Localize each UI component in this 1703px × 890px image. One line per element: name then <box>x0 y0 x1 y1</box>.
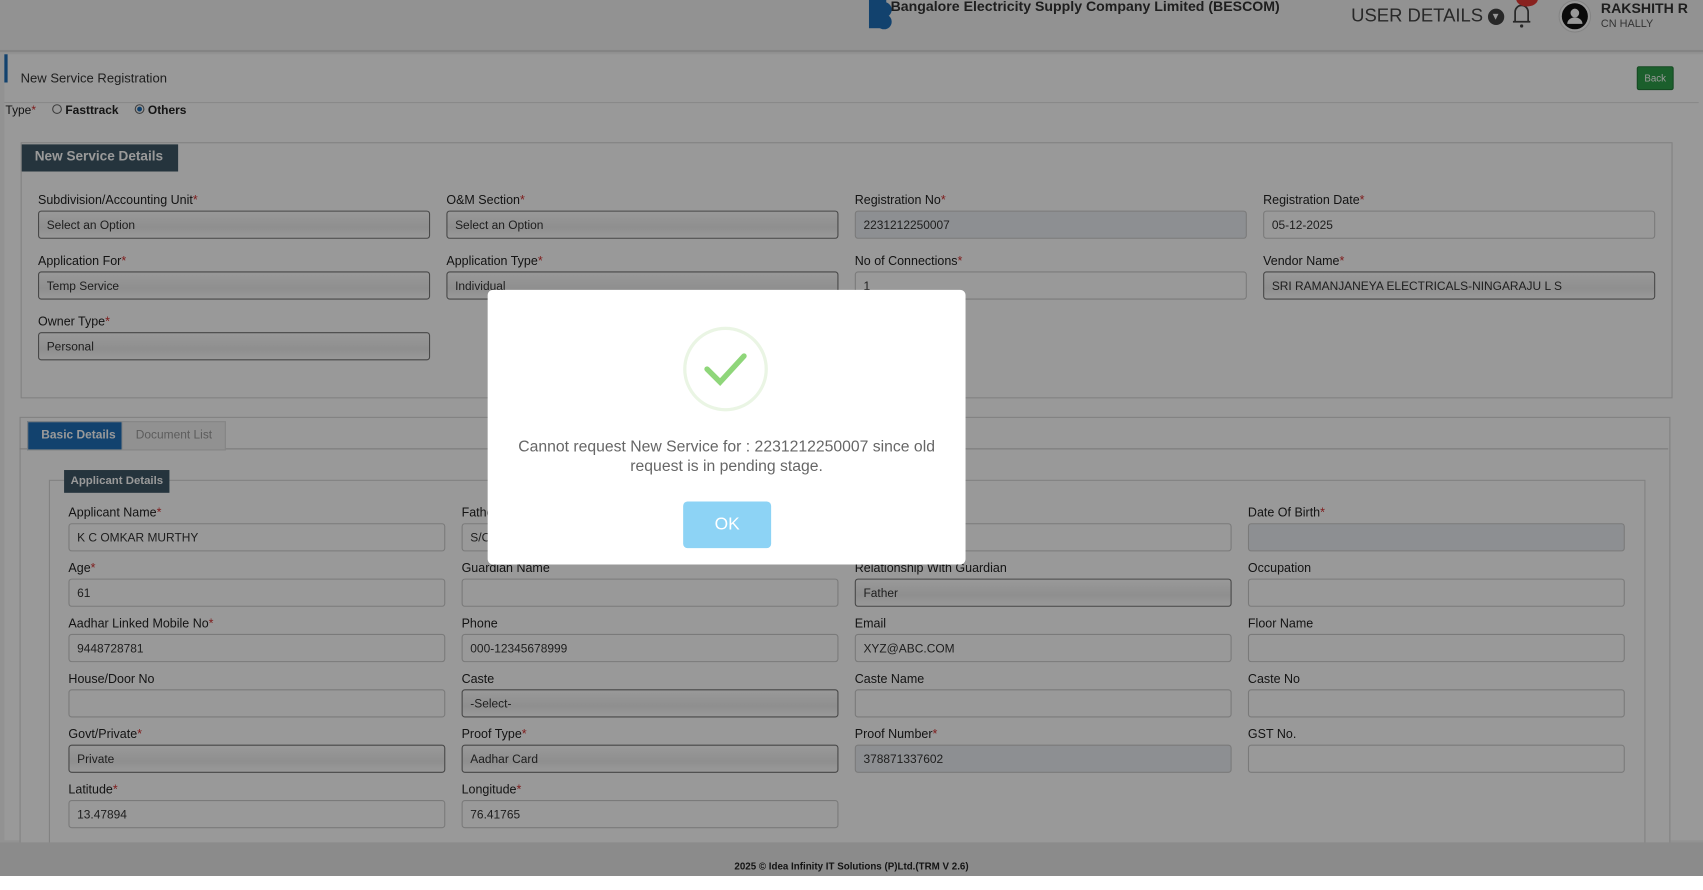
alert-dialog: Cannot request New Service for : 2231212… <box>487 289 966 565</box>
ok-button[interactable]: OK <box>683 501 772 549</box>
check-circle-icon <box>683 326 768 412</box>
alert-message: Cannot request New Service for : 2231212… <box>518 438 935 476</box>
